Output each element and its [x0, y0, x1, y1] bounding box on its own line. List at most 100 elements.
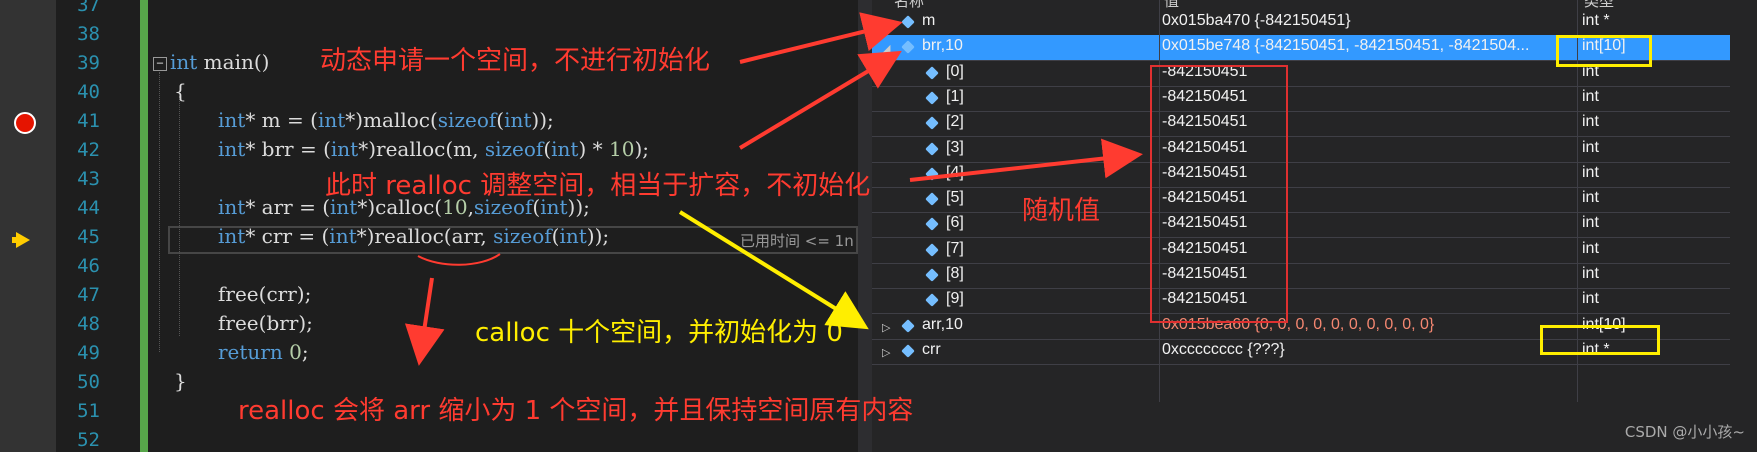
variable-icon — [925, 293, 939, 308]
variable-icon — [925, 217, 939, 232]
line-number: 51 — [77, 400, 100, 422]
line-number: 42 — [77, 139, 100, 161]
code-token: )); — [567, 195, 590, 219]
watch-row[interactable]: [4] -842150451 int — [872, 162, 1730, 188]
keyword-token: int — [330, 137, 359, 161]
watch-value[interactable]: 0x015bea60 {0, 0, 0, 0, 0, 0, 0, 0, 0, 0… — [1162, 316, 1574, 334]
code-line[interactable]: int* m = (int*)malloc(sizeof(int)); — [218, 108, 554, 132]
keyword-token: int — [559, 224, 587, 248]
code-token: ( — [543, 137, 552, 161]
code-line[interactable]: int* crr = (int*)realloc(arr, sizeof(int… — [218, 224, 609, 248]
breakpoint-gutter[interactable] — [0, 0, 56, 452]
line-number: 44 — [77, 197, 100, 219]
variable-icon — [925, 141, 939, 156]
keyword-token: sizeof — [484, 137, 544, 161]
watch-row[interactable]: [9] -842150451 int — [872, 288, 1730, 315]
variable-icon — [901, 344, 915, 358]
watch-name: m — [922, 12, 936, 29]
code-token: )); — [531, 108, 554, 132]
watch-type: int — [1582, 163, 1599, 181]
pane-splitter[interactable] — [858, 0, 872, 452]
line-number: 50 — [77, 371, 100, 393]
watch-value[interactable]: -842150451 — [1162, 113, 1574, 131]
code-token: ; — [301, 340, 309, 364]
variable-icon — [901, 15, 915, 29]
code-token: *)realloc(arr, — [356, 224, 494, 248]
watch-row[interactable]: [3] -842150451 int — [872, 137, 1730, 163]
watch-row[interactable]: ▷ arr,10 0x015bea60 {0, 0, 0, 0, 0, 0, 0, … — [872, 314, 1730, 340]
watch-row[interactable]: [5] -842150451 int — [872, 187, 1730, 214]
keyword-token: int — [504, 108, 532, 132]
code-line[interactable]: int* brr = (int*)realloc(m, sizeof(int) … — [218, 137, 649, 161]
watch-row[interactable]: [0] -842150451 int — [872, 61, 1730, 87]
keyword-token: sizeof — [473, 195, 533, 219]
watch-row[interactable]: [6] -842150451 int — [872, 212, 1730, 239]
watch-row[interactable]: ◢ brr,10 0x015be748 {-842150451, -84215045… — [872, 35, 1730, 62]
watch-type: int — [1582, 87, 1599, 105]
watch-row[interactable]: ▷ m 0x015ba470 {-842150451} int * — [872, 10, 1730, 36]
keyword-token: int — [317, 108, 346, 132]
code-line[interactable]: { — [174, 79, 187, 103]
line-number: 41 — [77, 110, 100, 132]
expand-toggle-icon[interactable]: ▷ — [882, 17, 890, 30]
watch-value[interactable]: -842150451 — [1162, 290, 1574, 308]
watermark: CSDN @小小孩~ — [1624, 423, 1745, 441]
watch-name: arr,10 — [922, 315, 963, 333]
watch-row[interactable]: ▷ crr 0xcccccccc {???} int * — [872, 339, 1730, 365]
watch-value[interactable]: -842150451 — [1162, 164, 1574, 182]
code-token: * m = ( — [245, 108, 318, 132]
line-number: 47 — [77, 284, 100, 306]
watch-value[interactable]: -842150451 — [1162, 240, 1574, 258]
code-line[interactable]: int* arr = (int*)calloc(10,sizeof(int)); — [218, 195, 590, 219]
watch-row[interactable]: [2] -842150451 int — [872, 111, 1730, 138]
watch-value[interactable]: -842150451 — [1162, 265, 1574, 283]
watch-value[interactable]: 0x015be748 {-842150451, -842150451, -842… — [1162, 37, 1574, 55]
expand-toggle-icon[interactable]: ▷ — [882, 321, 890, 334]
line-number: 37 — [77, 0, 100, 16]
watch-type: int — [1582, 214, 1599, 232]
watch-row[interactable]: [1] -842150451 int — [872, 86, 1730, 112]
column-divider[interactable] — [1577, 0, 1578, 402]
variable-icon — [925, 192, 939, 206]
line-number: 49 — [77, 342, 100, 364]
column-header-value[interactable]: 值 — [1164, 0, 1179, 10]
breakpoint-icon[interactable] — [14, 112, 36, 134]
watch-value[interactable]: -842150451 — [1162, 189, 1574, 207]
variable-icon — [925, 167, 939, 181]
column-divider[interactable] — [1159, 0, 1160, 402]
line-number: 39 — [77, 52, 100, 74]
code-token: * brr = ( — [245, 137, 331, 161]
code-editor[interactable]: 37 38 39 40 41 42 43 44 45 46 47 48 49 50 51 52 − int m… — [0, 0, 858, 452]
code-token: *)calloc( — [357, 195, 443, 219]
watch-row[interactable]: [8] -842150451 int — [872, 263, 1730, 289]
code-token: { — [174, 79, 187, 103]
code-line[interactable]: free(brr); — [218, 311, 313, 335]
code-line[interactable]: free(crr); — [218, 282, 311, 306]
keyword-token: int — [218, 137, 246, 161]
watch-type: int — [1582, 113, 1599, 131]
code-line[interactable]: } — [174, 369, 187, 393]
watch-value[interactable]: -842150451 — [1162, 88, 1574, 106]
watch-value[interactable]: -842150451 — [1162, 214, 1574, 232]
keyword-token: sizeof — [437, 108, 497, 132]
watch-row[interactable]: [7] -842150451 int — [872, 238, 1730, 264]
keyword-token: int — [218, 195, 246, 219]
watch-value[interactable]: 0x015ba470 {-842150451} — [1162, 12, 1574, 30]
column-header-name[interactable]: 名称 — [894, 0, 924, 10]
variable-icon — [925, 91, 939, 105]
watch-value[interactable]: -842150451 — [1162, 139, 1574, 157]
code-line[interactable]: int main() — [170, 50, 269, 74]
code-token: * crr = ( — [245, 224, 330, 248]
watch-window[interactable]: 名称 值 类型 ▷ m 0x015ba470 {-842150451} int * ◢ b… — [872, 0, 1757, 452]
expand-toggle-icon[interactable]: ◢ — [882, 42, 890, 55]
keyword-token: int — [218, 108, 246, 132]
code-line[interactable]: return 0; — [218, 340, 309, 364]
fold-toggle-icon[interactable]: − — [153, 57, 167, 71]
watch-value[interactable]: 0xcccccccc {???} — [1162, 341, 1574, 359]
variable-icon — [925, 268, 939, 282]
code-token: ( — [496, 108, 505, 132]
watch-value[interactable]: -842150451 — [1162, 63, 1574, 81]
number-token: 10 — [442, 195, 468, 219]
column-header-type[interactable]: 类型 — [1584, 0, 1614, 10]
expand-toggle-icon[interactable]: ▷ — [882, 346, 890, 359]
